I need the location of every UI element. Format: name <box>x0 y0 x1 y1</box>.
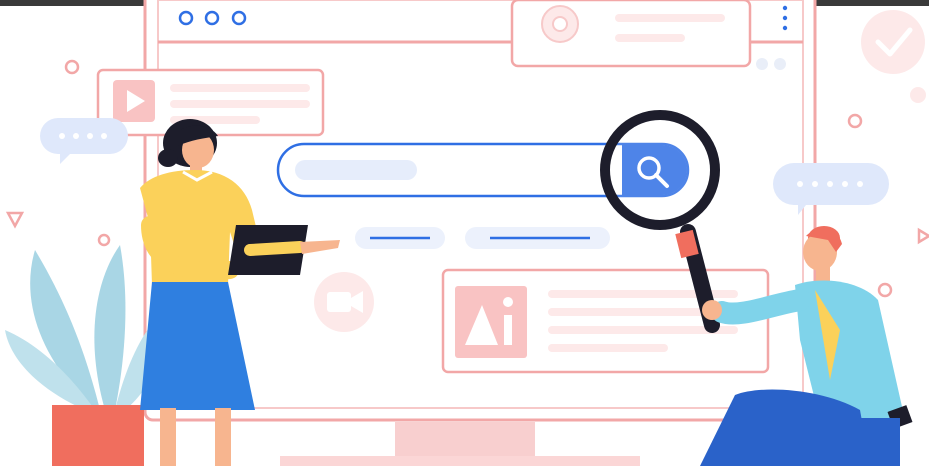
deco-circle <box>97 233 111 247</box>
deco-dot <box>756 58 768 70</box>
image-icon <box>455 286 527 358</box>
video-camera-icon <box>314 272 374 332</box>
check-icon <box>861 10 925 74</box>
chat-bubble-icon <box>40 118 128 164</box>
deco-triangle <box>917 227 929 245</box>
settings-line <box>615 34 685 42</box>
settings-line <box>615 14 725 22</box>
deco-circle <box>877 282 893 298</box>
kebab-menu-icon <box>782 5 788 31</box>
plant-pot <box>52 405 144 466</box>
deco-dot <box>774 58 786 70</box>
illustration-stage <box>0 0 929 466</box>
deco-triangle <box>5 211 25 229</box>
video-line <box>170 100 310 108</box>
deco-circle <box>847 113 863 129</box>
search-illustration <box>0 0 929 466</box>
video-line <box>170 84 310 92</box>
monitor-base <box>280 456 640 466</box>
search-input-text <box>295 160 417 180</box>
gear-icon <box>541 5 579 43</box>
result-line <box>548 344 668 352</box>
play-icon <box>113 80 155 122</box>
deco-circle <box>64 59 80 75</box>
deco-dot <box>910 87 926 103</box>
